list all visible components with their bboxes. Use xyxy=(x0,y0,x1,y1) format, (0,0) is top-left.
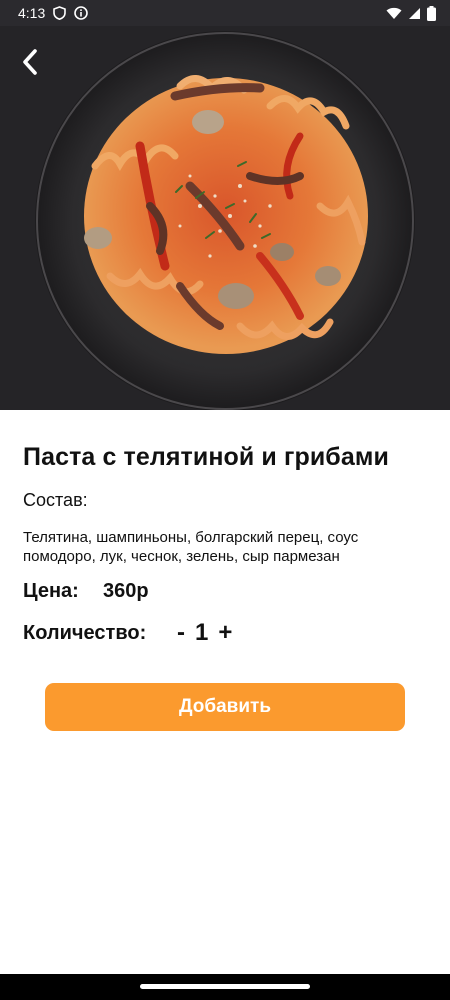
product-details: Паста с телятиной и грибами Состав: Теля… xyxy=(23,410,427,646)
wifi-icon xyxy=(386,7,402,20)
navigation-bar xyxy=(0,974,450,1000)
quantity-increase-button[interactable]: + xyxy=(216,620,234,646)
product-title: Паста с телятиной и грибами xyxy=(23,443,389,471)
info-icon xyxy=(74,6,89,20)
pasta-dish-photo xyxy=(35,31,415,410)
price-label: Цена: xyxy=(23,580,79,602)
price-row: Цена: 360р xyxy=(23,578,427,604)
shield-icon xyxy=(53,6,67,20)
back-button[interactable] xyxy=(20,48,56,84)
quantity-label: Количество: xyxy=(23,622,147,644)
status-time: 4:13 xyxy=(18,5,46,21)
composition-label: Состав: xyxy=(23,490,88,510)
home-gesture-handle[interactable] xyxy=(140,984,310,989)
add-to-cart-button[interactable]: Добавить xyxy=(45,683,405,731)
quantity-decrease-button[interactable]: - xyxy=(175,620,187,646)
signal-icon xyxy=(408,7,421,20)
battery-icon xyxy=(427,5,436,21)
price-value: 360р xyxy=(103,580,149,602)
status-bar: 4:13 xyxy=(0,0,450,26)
quantity-value: 1 xyxy=(195,619,209,646)
dish-image xyxy=(0,26,450,410)
quantity-row: Количество: - 1 + xyxy=(23,620,427,646)
ingredients-text: Телятина, шампиньоны, болгарский перец, … xyxy=(23,529,359,565)
add-button-label: Добавить xyxy=(178,696,272,717)
